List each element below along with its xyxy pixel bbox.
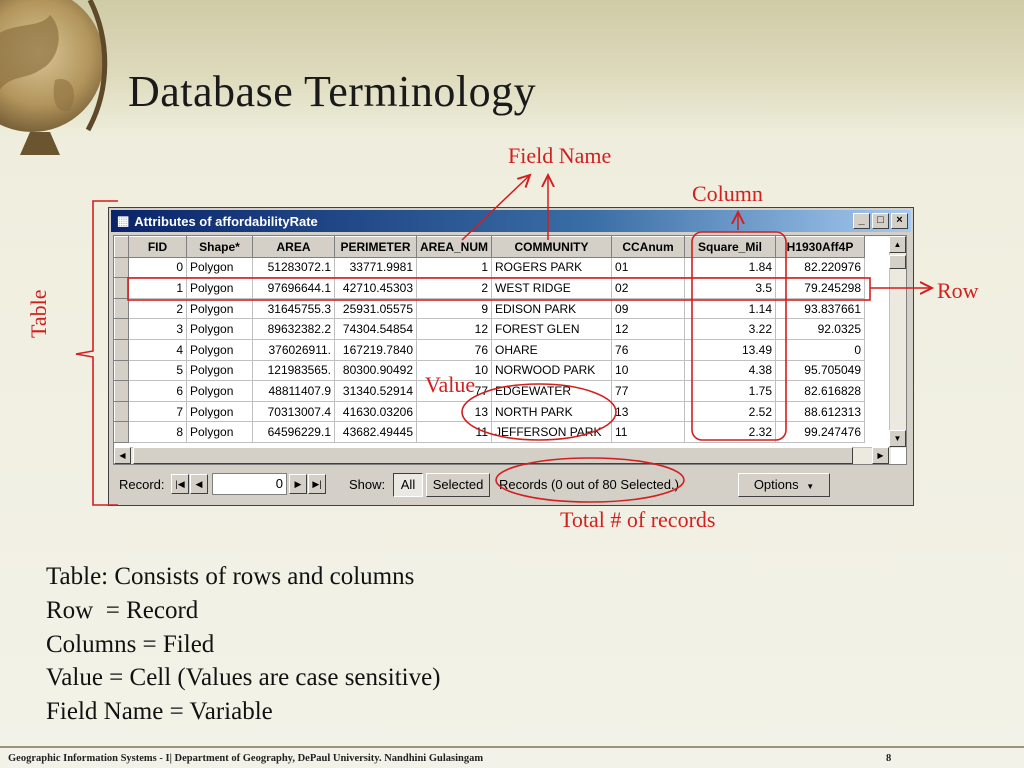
- footer-divider: [0, 746, 1024, 748]
- definition-row: Row = Record: [46, 596, 199, 624]
- page-number: 8: [886, 753, 892, 764]
- column-highlight: [691, 231, 787, 441]
- field-name-arrow-left: [461, 175, 530, 241]
- definition-columns: Columns = Filed: [46, 630, 215, 658]
- table-bracket: [75, 200, 118, 506]
- slide-footer: Geographic Information Systems - I| Depa…: [8, 753, 484, 764]
- row-highlight: [127, 277, 871, 301]
- definition-value: Value = Cell (Values are case sensitive): [46, 664, 441, 692]
- definition-table: Table: Consists of rows and columns: [46, 563, 415, 590]
- records-count-highlight: [495, 457, 685, 503]
- definition-field-name: Field Name = Variable: [46, 698, 273, 726]
- definition-list: Table: Consists of rows and columns Row …: [46, 560, 441, 729]
- value-highlight: [461, 383, 617, 441]
